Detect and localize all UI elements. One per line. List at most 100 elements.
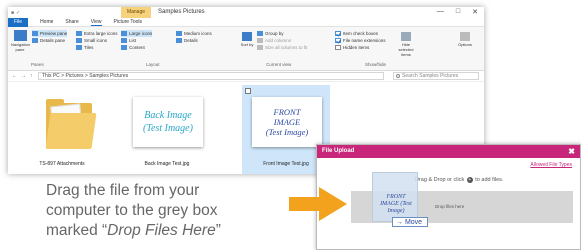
tab-picture-tools[interactable]: Picture Tools — [114, 19, 143, 25]
group-by-icon — [257, 31, 263, 36]
hidden-items-toggle[interactable]: Hidden items — [335, 44, 386, 51]
list-icon — [121, 38, 127, 43]
upload-hint: Drag & Drop or click + to add files. — [415, 177, 503, 183]
tab-view[interactable]: View — [90, 19, 102, 26]
medium-icons-icon — [176, 31, 182, 36]
layout-label: Layout — [146, 62, 160, 67]
menu-bar: File Home Share View Picture Tools — [8, 17, 484, 27]
search-placeholder: Search Samples Pictures — [402, 73, 459, 79]
panes-label: Panes — [31, 62, 44, 67]
show-hide-group: Item check boxes File name extensions Hi… — [335, 30, 445, 69]
extra-large-icons-option[interactable]: Extra large icons — [76, 30, 118, 37]
check-icon: ✓ — [16, 9, 21, 16]
details-option[interactable]: Details — [176, 37, 212, 44]
content-option[interactable]: Content — [121, 44, 152, 51]
folder-tile[interactable]: TS-897 Attachments — [18, 85, 106, 174]
add-icon[interactable]: + — [466, 177, 473, 183]
forward-arrow-icon[interactable]: → — [21, 73, 26, 79]
content-icon — [121, 45, 127, 50]
quick-access-toolbar[interactable]: ■ ✓ — [11, 10, 20, 16]
group-by-button[interactable]: Group by — [257, 30, 307, 37]
large-icons-label: Large icons — [129, 31, 153, 36]
small-icons-label: Small icons — [84, 38, 108, 43]
allowed-file-types-link[interactable]: Allowed File Types — [530, 162, 572, 168]
layout-group: Extra large icons Small icons Tiles Larg… — [76, 30, 234, 69]
options-button[interactable]: Options — [454, 32, 476, 47]
up-arrow-icon[interactable]: ↑ — [30, 73, 33, 79]
move-label: Move — [404, 219, 423, 226]
extra-large-icons-label: Extra large icons — [84, 31, 118, 36]
move-badge: → Move — [392, 217, 428, 227]
dialog-close-button[interactable]: ✖ — [568, 145, 575, 158]
extra-large-icons-icon — [76, 31, 82, 36]
details-label: Details — [184, 38, 198, 43]
preview-pane-button[interactable]: Preview pane — [32, 30, 68, 37]
size-columns-icon — [257, 45, 263, 50]
tab-share[interactable]: Share — [65, 19, 78, 25]
navigation-pane-button[interactable]: Navigation pane — [11, 30, 30, 52]
hidden-items-label: Hidden items — [343, 45, 370, 50]
tiles-label: Tiles — [84, 45, 94, 50]
large-icons-option[interactable]: Large icons — [121, 30, 153, 37]
sort-icon — [242, 32, 252, 41]
details-pane-icon — [32, 38, 38, 43]
tab-home[interactable]: Home — [40, 19, 53, 25]
small-icons-option[interactable]: Small icons — [76, 37, 118, 44]
orange-arrow-icon — [289, 187, 347, 221]
options-icon — [460, 32, 470, 41]
file-name: Back Image Test.jpg — [144, 161, 190, 167]
folder-icon — [45, 99, 97, 149]
list-label: List — [129, 38, 137, 43]
item-check-boxes-toggle[interactable]: Item check boxes — [335, 30, 386, 37]
preview-pane-label: Preview pane — [40, 31, 68, 36]
hide-selected-items-button[interactable]: Hide selected items — [395, 32, 417, 57]
navigation-pane-icon — [13, 30, 27, 41]
folder-icon: ■ — [11, 9, 15, 16]
maximize-button[interactable]: □ — [456, 8, 460, 16]
back-arrow-icon[interactable]: ← — [12, 73, 17, 79]
instruction-suffix: ” — [215, 222, 221, 239]
group-by-label: Group by — [265, 31, 284, 36]
hide-selected-label: Hide selected items — [398, 42, 414, 57]
search-input[interactable]: Search Samples Pictures — [393, 72, 479, 80]
dialog-header: File Upload ✖ — [317, 145, 580, 158]
image-tile-back[interactable]: Back Image (Test Image) Back Image Test.… — [123, 85, 211, 174]
tab-file[interactable]: File — [8, 17, 29, 27]
size-columns-button[interactable]: Size all columns to fit — [257, 44, 307, 51]
thumbnail-text: FRONT — [273, 107, 301, 117]
drag-preview-text: FRONT IMAGE (Test Image) — [380, 194, 412, 214]
details-pane-label: Details pane — [40, 38, 66, 43]
show-hide-label: Show/hide — [365, 62, 387, 67]
instruction-line: computer to the grey box — [46, 202, 218, 219]
item-checkbox[interactable] — [245, 88, 251, 94]
dialog-title: File Upload — [322, 148, 355, 154]
thumbnail-text: Back Image — [144, 110, 192, 121]
options-label: Options — [458, 42, 472, 47]
list-option[interactable]: List — [121, 37, 152, 44]
medium-icons-label: Medium icons — [184, 31, 212, 36]
checkbox-checked-icon — [335, 31, 341, 36]
details-pane-button[interactable]: Details pane — [32, 37, 67, 44]
drop-zone-label: Drop files here — [435, 204, 465, 209]
move-arrow-icon: → — [396, 219, 403, 226]
large-icons-icon — [121, 31, 127, 36]
file-name-extensions-label: File name extensions — [343, 38, 386, 43]
minimize-button[interactable]: — — [437, 8, 444, 16]
tiles-option[interactable]: Tiles — [76, 44, 118, 51]
checkbox-unchecked-icon — [335, 45, 341, 50]
preview-pane-icon — [32, 31, 38, 36]
instruction-prefix: marked “ — [46, 222, 108, 239]
add-columns-button[interactable]: Add columns — [257, 37, 307, 44]
address-bar[interactable]: This PC > Pictures > Samples Pictures — [38, 72, 384, 80]
medium-icons-option[interactable]: Medium icons — [176, 30, 212, 37]
manage-tab[interactable]: Manage — [121, 7, 151, 18]
navigation-pane-label: Navigation pane — [11, 42, 30, 52]
instruction-text: Drag the file from your computer to the … — [46, 181, 296, 241]
file-name: TS-897 Attachments — [39, 161, 85, 167]
sort-by-button[interactable]: Sort by — [240, 32, 254, 47]
close-button[interactable]: ✕ — [472, 8, 478, 16]
file-name-extensions-toggle[interactable]: File name extensions — [335, 37, 386, 44]
thumbnail-text: (Test Image) — [143, 123, 193, 134]
ribbon: Navigation pane Preview pane Details pan… — [8, 27, 484, 71]
file-upload-dialog: File Upload ✖ Allowed File Types Drag & … — [316, 144, 581, 250]
